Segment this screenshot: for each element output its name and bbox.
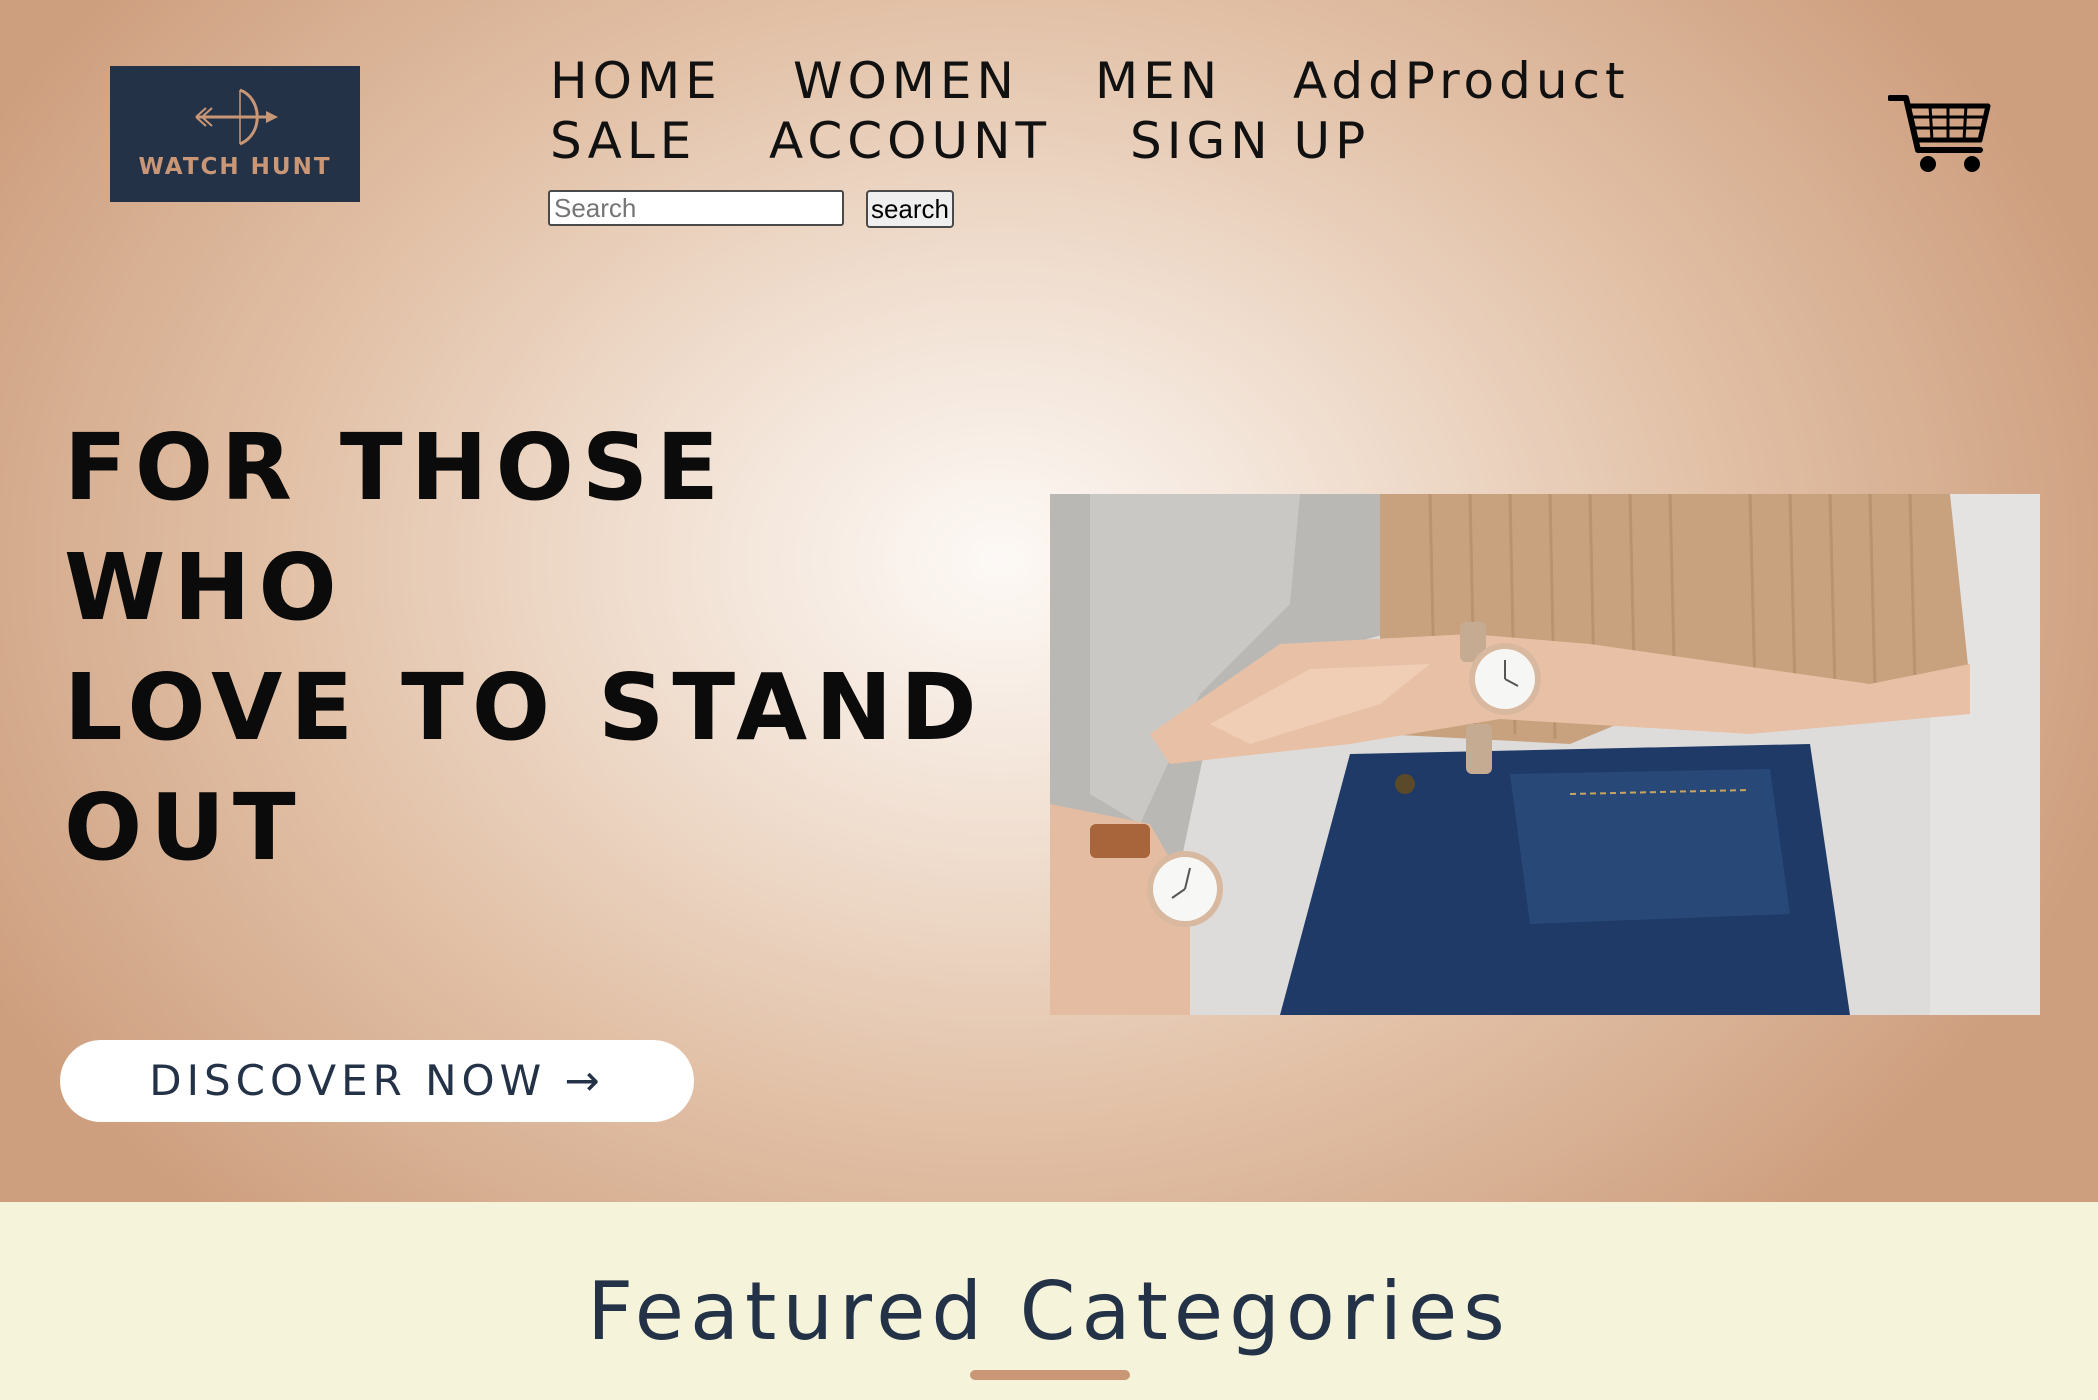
- nav-sale[interactable]: SALE: [550, 116, 696, 166]
- nav-sign-up[interactable]: SIGN UP: [1130, 116, 1370, 166]
- headline-line: FOR THOSE: [64, 414, 727, 521]
- shopping-cart-icon[interactable]: [1888, 92, 1992, 176]
- discover-now-button[interactable]: DISCOVER NOW →: [60, 1040, 694, 1122]
- nav-women[interactable]: WOMEN: [793, 56, 1019, 106]
- featured-categories-title: Featured Categories: [587, 1265, 1511, 1358]
- nav-men[interactable]: MEN: [1095, 56, 1222, 106]
- logo-text: WATCH HUNT: [138, 154, 332, 180]
- watch-hunt-logo[interactable]: WATCH HUNT: [110, 66, 360, 202]
- nav-account[interactable]: ACCOUNT: [769, 116, 1051, 166]
- hero-image: [1050, 494, 2040, 1015]
- watch-models-illustration: [1050, 494, 2040, 1015]
- nav-home[interactable]: HOME: [550, 56, 722, 106]
- headline-line: LOVE TO STAND: [64, 654, 985, 761]
- headline-line: WHO: [64, 534, 345, 641]
- bow-and-arrow-icon: [195, 88, 278, 146]
- nav-add-product[interactable]: AddProduct: [1293, 56, 1630, 106]
- hero-headline: FOR THOSE WHO LOVE TO STAND OUT: [64, 408, 985, 888]
- search-button[interactable]: search: [866, 190, 954, 228]
- headline-line: OUT: [64, 774, 304, 881]
- title-underline: [970, 1370, 1130, 1380]
- search-input[interactable]: [548, 190, 844, 226]
